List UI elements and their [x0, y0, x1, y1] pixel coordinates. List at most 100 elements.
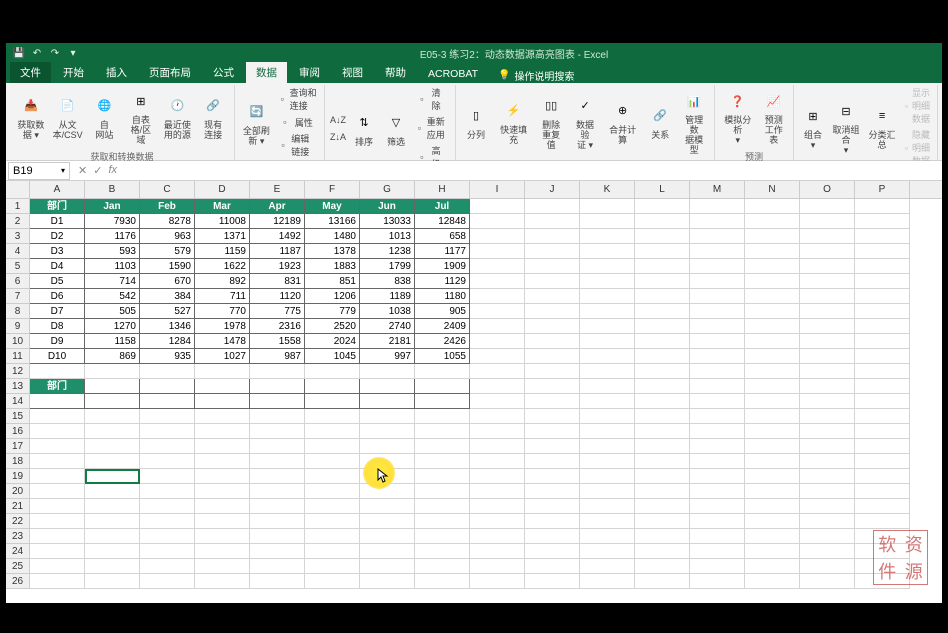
- cell-C22[interactable]: [140, 514, 195, 529]
- cell-G18[interactable]: [360, 454, 415, 469]
- cell-D12[interactable]: [195, 364, 250, 379]
- cell-F22[interactable]: [305, 514, 360, 529]
- cell-D18[interactable]: [195, 454, 250, 469]
- cell-I16[interactable]: [470, 424, 525, 439]
- cell-A7[interactable]: D6: [30, 289, 85, 304]
- cell-G17[interactable]: [360, 439, 415, 454]
- cell-D1[interactable]: Mar: [195, 199, 250, 214]
- cell-K10[interactable]: [580, 334, 635, 349]
- cell-A13[interactable]: 部门: [30, 379, 85, 394]
- cell-O15[interactable]: [800, 409, 855, 424]
- cell-E11[interactable]: 987: [250, 349, 305, 364]
- cell-D21[interactable]: [195, 499, 250, 514]
- tab-home[interactable]: 开始: [53, 62, 94, 83]
- cell-H16[interactable]: [415, 424, 470, 439]
- cell-O4[interactable]: [800, 244, 855, 259]
- cell-O2[interactable]: [800, 214, 855, 229]
- cell-L15[interactable]: [635, 409, 690, 424]
- cell-N19[interactable]: [745, 469, 800, 484]
- cell-D3[interactable]: 1371: [195, 229, 250, 244]
- cell-I10[interactable]: [470, 334, 525, 349]
- cell-J25[interactable]: [525, 559, 580, 574]
- cell-J24[interactable]: [525, 544, 580, 559]
- cell-C11[interactable]: 935: [140, 349, 195, 364]
- cell-P21[interactable]: [855, 499, 910, 514]
- cell-F23[interactable]: [305, 529, 360, 544]
- cell-P11[interactable]: [855, 349, 910, 364]
- cell-O9[interactable]: [800, 319, 855, 334]
- name-box[interactable]: B19 ▾: [8, 162, 70, 180]
- cell-F5[interactable]: 1883: [305, 259, 360, 274]
- g1-btn-1[interactable]: 📄从文本/CSV: [50, 88, 86, 144]
- cell-A21[interactable]: [30, 499, 85, 514]
- tab-layout[interactable]: 页面布局: [139, 62, 201, 83]
- cell-K13[interactable]: [580, 379, 635, 394]
- cell-I23[interactable]: [470, 529, 525, 544]
- cell-A26[interactable]: [30, 574, 85, 589]
- cell-P20[interactable]: [855, 484, 910, 499]
- cell-G8[interactable]: 1038: [360, 304, 415, 319]
- cell-N7[interactable]: [745, 289, 800, 304]
- cell-L2[interactable]: [635, 214, 690, 229]
- cell-H3[interactable]: 658: [415, 229, 470, 244]
- cell-F2[interactable]: 13166: [305, 214, 360, 229]
- cell-F8[interactable]: 779: [305, 304, 360, 319]
- cell-K7[interactable]: [580, 289, 635, 304]
- cell-O21[interactable]: [800, 499, 855, 514]
- cell-I15[interactable]: [470, 409, 525, 424]
- cell-B23[interactable]: [85, 529, 140, 544]
- cell-G1[interactable]: Jun: [360, 199, 415, 214]
- sort-az-button[interactable]: A↓Z: [329, 112, 347, 128]
- cell-L20[interactable]: [635, 484, 690, 499]
- cell-B22[interactable]: [85, 514, 140, 529]
- cell-O7[interactable]: [800, 289, 855, 304]
- cell-A23[interactable]: [30, 529, 85, 544]
- cell-M1[interactable]: [690, 199, 745, 214]
- cell-L6[interactable]: [635, 274, 690, 289]
- cell-N11[interactable]: [745, 349, 800, 364]
- cell-M7[interactable]: [690, 289, 745, 304]
- row-header-18[interactable]: 18: [6, 454, 29, 469]
- cell-N10[interactable]: [745, 334, 800, 349]
- cell-O20[interactable]: [800, 484, 855, 499]
- cell-K16[interactable]: [580, 424, 635, 439]
- cell-F21[interactable]: [305, 499, 360, 514]
- cell-L8[interactable]: [635, 304, 690, 319]
- cell-J2[interactable]: [525, 214, 580, 229]
- cell-A22[interactable]: [30, 514, 85, 529]
- cell-N5[interactable]: [745, 259, 800, 274]
- g4-btn-0[interactable]: ▯分列: [460, 93, 492, 149]
- cell-H7[interactable]: 1180: [415, 289, 470, 304]
- cell-C9[interactable]: 1346: [140, 319, 195, 334]
- cell-N26[interactable]: [745, 574, 800, 589]
- g4-btn-5[interactable]: 🔗关系: [644, 93, 676, 149]
- cell-P9[interactable]: [855, 319, 910, 334]
- tab-help[interactable]: 帮助: [375, 62, 416, 83]
- cell-E19[interactable]: [250, 469, 305, 484]
- cell-J13[interactable]: [525, 379, 580, 394]
- cell-G24[interactable]: [360, 544, 415, 559]
- cell-O13[interactable]: [800, 379, 855, 394]
- cell-O6[interactable]: [800, 274, 855, 289]
- formula-bar[interactable]: [125, 162, 942, 180]
- cell-C7[interactable]: 384: [140, 289, 195, 304]
- cell-E22[interactable]: [250, 514, 305, 529]
- cell-F3[interactable]: 1480: [305, 229, 360, 244]
- cell-D4[interactable]: 1159: [195, 244, 250, 259]
- g6-btn-2[interactable]: ≡分类汇总: [864, 95, 900, 158]
- g6-btn-0[interactable]: ⊞组合▾: [798, 95, 828, 158]
- cell-B7[interactable]: 542: [85, 289, 140, 304]
- cell-E6[interactable]: 831: [250, 274, 305, 289]
- cell-F7[interactable]: 1206: [305, 289, 360, 304]
- cell-K22[interactable]: [580, 514, 635, 529]
- cell-C10[interactable]: 1284: [140, 334, 195, 349]
- cell-F13[interactable]: [305, 379, 360, 394]
- cell-D9[interactable]: 1978: [195, 319, 250, 334]
- cell-A25[interactable]: [30, 559, 85, 574]
- save-icon[interactable]: 💾: [12, 46, 26, 60]
- cell-H14[interactable]: [415, 394, 470, 409]
- cell-E2[interactable]: 12189: [250, 214, 305, 229]
- cell-J4[interactable]: [525, 244, 580, 259]
- cell-B1[interactable]: Jan: [85, 199, 140, 214]
- cell-N25[interactable]: [745, 559, 800, 574]
